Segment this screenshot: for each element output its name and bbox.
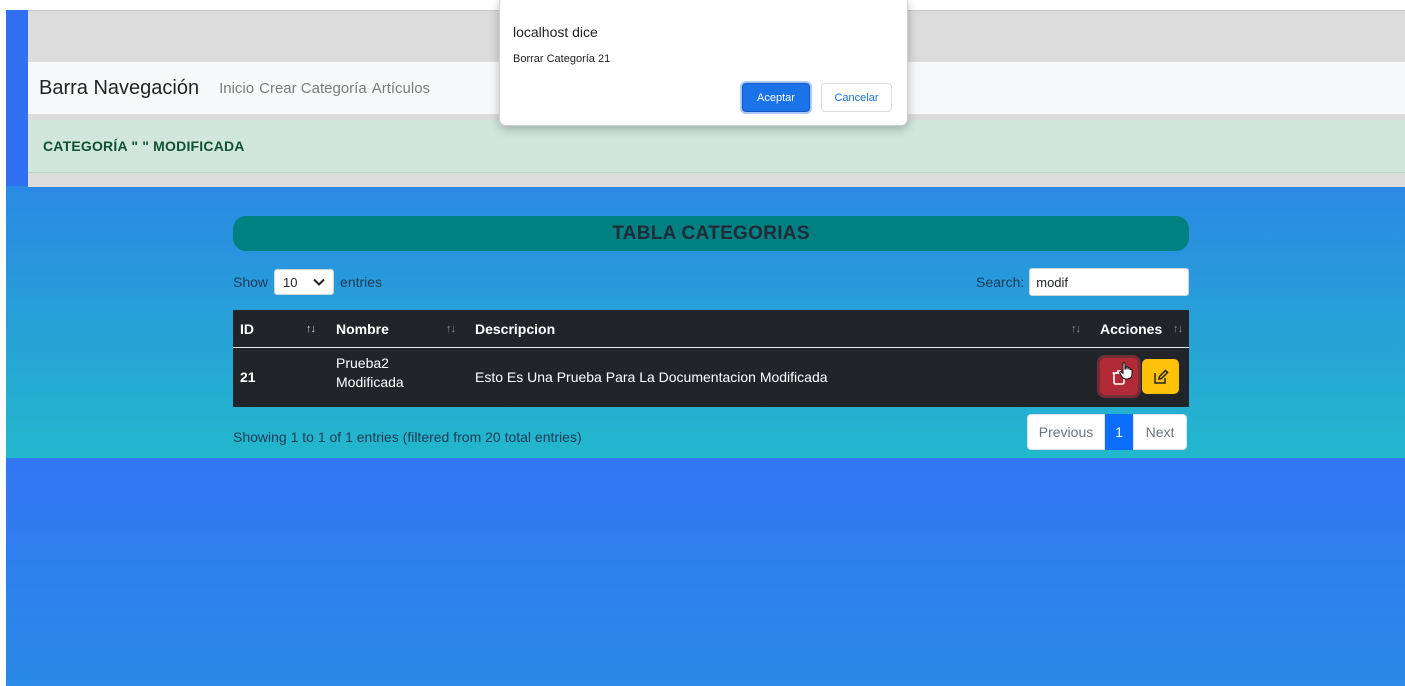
table-header-row: ID ↑↓ Nombre ↑↓ Descripcion ↑↓ Acciones … [233, 310, 1189, 348]
header-descripcion[interactable]: Descripcion [475, 310, 555, 347]
edit-icon [1153, 368, 1169, 384]
navbar-brand[interactable]: Barra Navegación [39, 77, 199, 100]
confirm-dialog: localhost dice Borrar Categoría 21 Acept… [499, 0, 908, 126]
edit-button[interactable] [1142, 359, 1179, 394]
cell-descripcion: Esto Es Una Prueba Para La Documentacion… [475, 369, 828, 385]
search-label: Search: [976, 274, 1025, 290]
table-title-banner: TABLA CATEGORIAS [233, 216, 1189, 251]
pagination-next[interactable]: Next [1133, 414, 1187, 450]
entries-label: entries [340, 274, 383, 290]
cell-nombre: Prueba2 Modificada [336, 354, 404, 392]
delete-button[interactable] [1100, 358, 1138, 395]
chevron-down-icon [313, 278, 325, 286]
page-background-lower [6, 458, 1405, 686]
dialog-message: Borrar Categoría 21 [513, 53, 611, 65]
header-nombre[interactable]: Nombre [336, 310, 389, 347]
search-control: Search: [976, 268, 1190, 296]
entries-select-value: 10 [283, 274, 298, 290]
cell-nombre-line1: Prueba2 [336, 355, 389, 371]
alert-text: CATEGORÍA " " MODIFICADA [43, 138, 245, 154]
nav-link-crear-categoria[interactable]: Crear Categoría [259, 80, 367, 97]
success-alert: CATEGORÍA " " MODIFICADA [28, 120, 1405, 173]
sort-icon[interactable]: ↑↓ [1071, 310, 1081, 347]
divider-band-lower [28, 173, 1405, 187]
sort-icon[interactable]: ↑↓ [446, 310, 456, 347]
table-info: Showing 1 to 1 of 1 entries (filtered fr… [233, 429, 582, 445]
show-label: Show [233, 274, 269, 290]
side-accent-bar [6, 10, 28, 188]
nav-link-articulos[interactable]: Artículos [372, 80, 430, 97]
pagination-previous[interactable]: Previous [1027, 414, 1105, 450]
cell-nombre-line2: Modificada [336, 374, 404, 390]
search-input[interactable] [1029, 268, 1190, 296]
categories-table: ID ↑↓ Nombre ↑↓ Descripcion ↑↓ Acciones … [233, 310, 1189, 407]
sort-icon[interactable]: ↑↓ [306, 310, 316, 347]
nav-link-inicio[interactable]: Inicio [219, 80, 254, 97]
header-id[interactable]: ID [240, 310, 254, 347]
cell-id: 21 [240, 369, 256, 385]
table-title: TABLA CATEGORIAS [612, 222, 810, 244]
hand-pointer-icon [1119, 362, 1133, 380]
sort-icon[interactable]: ↑↓ [1173, 310, 1183, 347]
pagination: Previous 1 Next [1027, 414, 1187, 450]
cancel-button[interactable]: Cancelar [821, 83, 892, 112]
header-acciones[interactable]: Acciones [1100, 310, 1162, 347]
dialog-title: localhost dice [513, 24, 598, 40]
length-control: Show 10 entries [233, 268, 382, 296]
accept-button[interactable]: Aceptar [742, 83, 810, 112]
entries-select[interactable]: 10 [274, 269, 335, 295]
pagination-page-1[interactable]: 1 [1105, 414, 1133, 450]
